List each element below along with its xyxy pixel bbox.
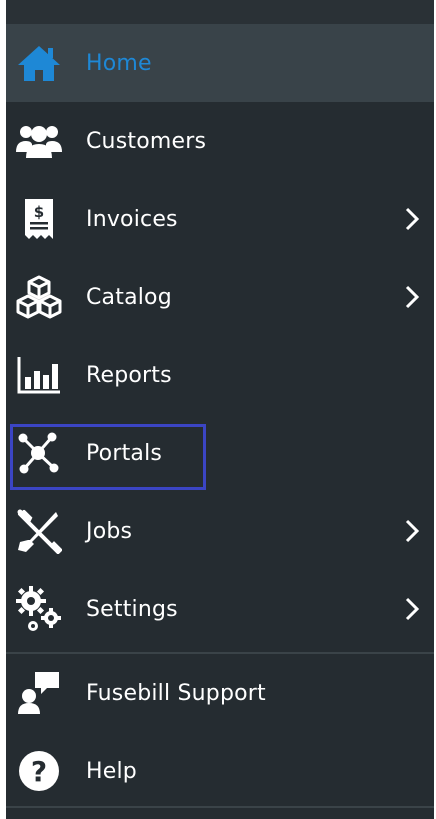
chevron-right-icon[interactable] (402, 282, 422, 312)
nav-item-customers[interactable]: Customers (6, 102, 434, 180)
nav-item-label: Invoices (86, 206, 178, 232)
customers-icon (14, 116, 64, 166)
reports-icon (14, 350, 64, 400)
svg-text:$: $ (34, 203, 44, 221)
jobs-icon (14, 506, 64, 556)
nav-item-label: Reports (86, 362, 172, 388)
nav-item-label: Settings (86, 596, 178, 622)
nav-item-settings[interactable]: Settings (6, 570, 434, 648)
nav-item-label: Help (86, 758, 137, 784)
catalog-icon (14, 272, 64, 322)
nav-item-label: Jobs (86, 518, 133, 544)
chevron-right-icon[interactable] (402, 594, 422, 624)
chevron-right-icon[interactable] (402, 516, 422, 546)
nav-item-fusebill-support[interactable]: Fusebill Support (6, 654, 434, 732)
chevron-right-icon[interactable] (402, 204, 422, 234)
svg-text:?: ? (31, 755, 47, 788)
nav-item-reports[interactable]: Reports (6, 336, 434, 414)
support-icon (14, 668, 64, 718)
nav-item-help[interactable]: ? Help (6, 732, 434, 810)
invoice-icon: $ (14, 194, 64, 244)
home-icon (14, 38, 64, 88)
sidebar-nav: Home Customers $ Invoices Catalog Report… (6, 0, 434, 819)
nav-item-label: Home (86, 50, 152, 76)
help-icon: ? (14, 746, 64, 796)
portals-icon (14, 428, 64, 478)
nav-item-portals[interactable]: Portals (6, 414, 434, 492)
nav-item-jobs[interactable]: Jobs (6, 492, 434, 570)
settings-icon (14, 584, 64, 634)
nav-item-label: Customers (86, 128, 207, 154)
nav-item-label: Fusebill Support (86, 680, 266, 706)
nav-bottom-divider (6, 806, 434, 808)
sidebar-top-strip (6, 0, 434, 24)
nav-item-label: Portals (86, 440, 163, 466)
nav-item-invoices[interactable]: $ Invoices (6, 180, 434, 258)
nav-item-label: Catalog (86, 284, 172, 310)
nav-item-catalog[interactable]: Catalog (6, 258, 434, 336)
nav-item-home[interactable]: Home (6, 24, 434, 102)
